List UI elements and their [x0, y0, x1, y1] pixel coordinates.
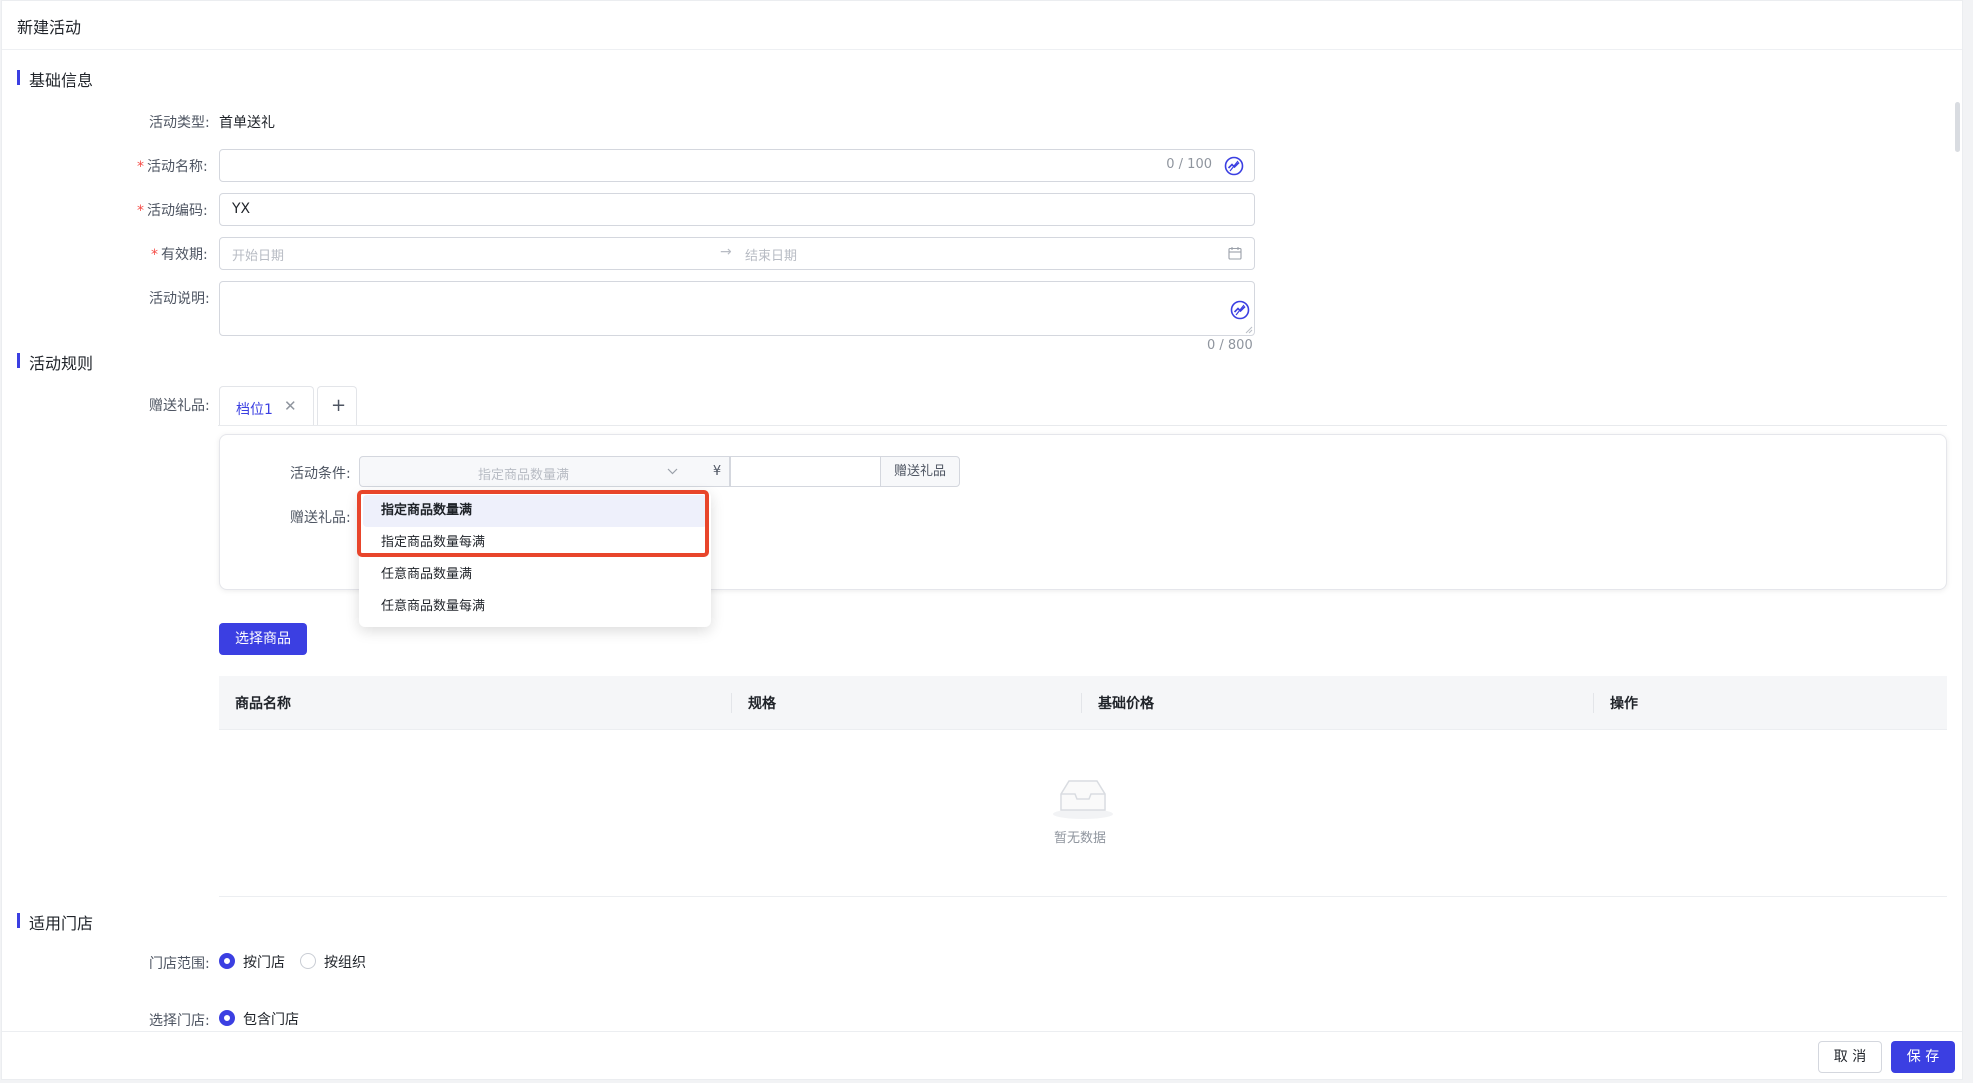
activity-type-label: 活动类型:	[149, 115, 210, 131]
add-tab-button[interactable]: +	[317, 386, 357, 426]
column-header: 商品名称	[235, 696, 291, 712]
section-title-rules: 活动规则	[17, 350, 93, 374]
radio-include-stores-label[interactable]: 包含门店	[243, 1009, 299, 1029]
gift-row-label: 赠送礼品:	[290, 510, 351, 526]
radio-by-organization[interactable]	[300, 953, 316, 969]
annotation-highlight-box	[357, 490, 709, 557]
save-button[interactable]: 保 存	[1891, 1041, 1955, 1073]
gift-label: 赠送礼品:	[149, 398, 210, 414]
scrollbar-thumb[interactable]	[1955, 102, 1960, 152]
store-scope-label: 门店范围:	[149, 956, 210, 972]
date-range-picker[interactable]: 开始日期 → 结束日期	[219, 237, 1255, 270]
description-counter: 0 / 800	[1207, 338, 1253, 353]
goods-table-header: 商品名称 规格 基础价格 操作	[219, 676, 1947, 730]
condition-amount-input[interactable]	[730, 456, 881, 487]
activity-name-label: * 活动名称:	[137, 159, 208, 175]
column-separator	[731, 693, 732, 713]
activity-name-counter: 0 / 100	[1166, 157, 1212, 172]
close-icon[interactable]: ✕	[284, 397, 297, 415]
tab-tier-1[interactable]: 档位1 ✕	[219, 386, 314, 426]
footer-bar: 取 消 保 存	[2, 1031, 1962, 1079]
activity-code-label: * 活动编码:	[137, 203, 208, 219]
required-mark: *	[151, 247, 158, 263]
ai-assist-icon[interactable]	[1224, 156, 1244, 176]
scrollbar[interactable]	[1953, 50, 1962, 1030]
page-header: 新建活动	[2, 1, 1962, 50]
empty-inbox-icon	[1053, 780, 1113, 819]
section-title-stores: 适用门店	[17, 910, 93, 934]
currency-addon: ¥	[712, 464, 722, 479]
table-bottom-border	[219, 896, 1947, 897]
activity-code-value: YX	[232, 201, 251, 217]
end-date-placeholder[interactable]: 结束日期	[745, 245, 797, 264]
required-mark: *	[137, 203, 144, 219]
activity-description-textarea[interactable]	[219, 281, 1255, 336]
condition-select-value: 指定商品数量满	[478, 468, 570, 483]
activity-description-label: 活动说明:	[149, 291, 210, 307]
page-title: 新建活动	[17, 18, 82, 37]
column-header: 操作	[1610, 696, 1638, 712]
condition-select[interactable]: 指定商品数量满	[359, 456, 730, 487]
select-store-label: 选择门店:	[149, 1013, 210, 1029]
column-separator	[1081, 693, 1082, 713]
tab-tier-1-label: 档位1	[236, 402, 273, 418]
activity-name-input[interactable]: 0 / 100	[219, 149, 1255, 182]
activity-code-input[interactable]: YX	[219, 193, 1255, 226]
radio-by-store-label[interactable]: 按门店	[243, 952, 285, 972]
start-date-placeholder[interactable]: 开始日期	[232, 245, 284, 264]
chevron-down-icon	[667, 468, 678, 475]
column-separator	[1593, 693, 1594, 713]
calendar-icon	[1228, 247, 1242, 260]
required-mark: *	[137, 159, 144, 175]
range-arrow-icon: →	[720, 244, 732, 260]
condition-label: 活动条件:	[290, 466, 351, 482]
radio-include-stores[interactable]	[219, 1010, 235, 1026]
dropdown-option[interactable]: 任意商品数量每满	[363, 591, 707, 623]
plus-icon: +	[331, 395, 347, 416]
gift-addon: 赠送礼品	[880, 456, 960, 487]
select-goods-button[interactable]: 选择商品	[219, 623, 307, 655]
resize-handle-icon[interactable]	[1245, 326, 1253, 334]
column-header: 规格	[748, 696, 776, 712]
page: 新建活动 基础信息 活动类型: 首单送礼 * 活动名称: 0 / 100 * 活动编…	[1, 0, 1963, 1080]
radio-by-store[interactable]	[219, 953, 235, 969]
radio-by-organization-label[interactable]: 按组织	[324, 952, 366, 972]
activity-type-value: 首单送礼	[219, 115, 275, 131]
ai-assist-icon[interactable]	[1230, 300, 1250, 320]
validity-period-label: * 有效期:	[151, 247, 208, 263]
empty-state-text: 暂无数据	[1054, 831, 1107, 846]
cancel-button[interactable]: 取 消	[1818, 1041, 1882, 1073]
column-header: 基础价格	[1098, 696, 1154, 712]
dropdown-option[interactable]: 任意商品数量满	[363, 559, 707, 591]
tab-divider	[218, 425, 1947, 426]
section-title-basic: 基础信息	[17, 67, 93, 91]
